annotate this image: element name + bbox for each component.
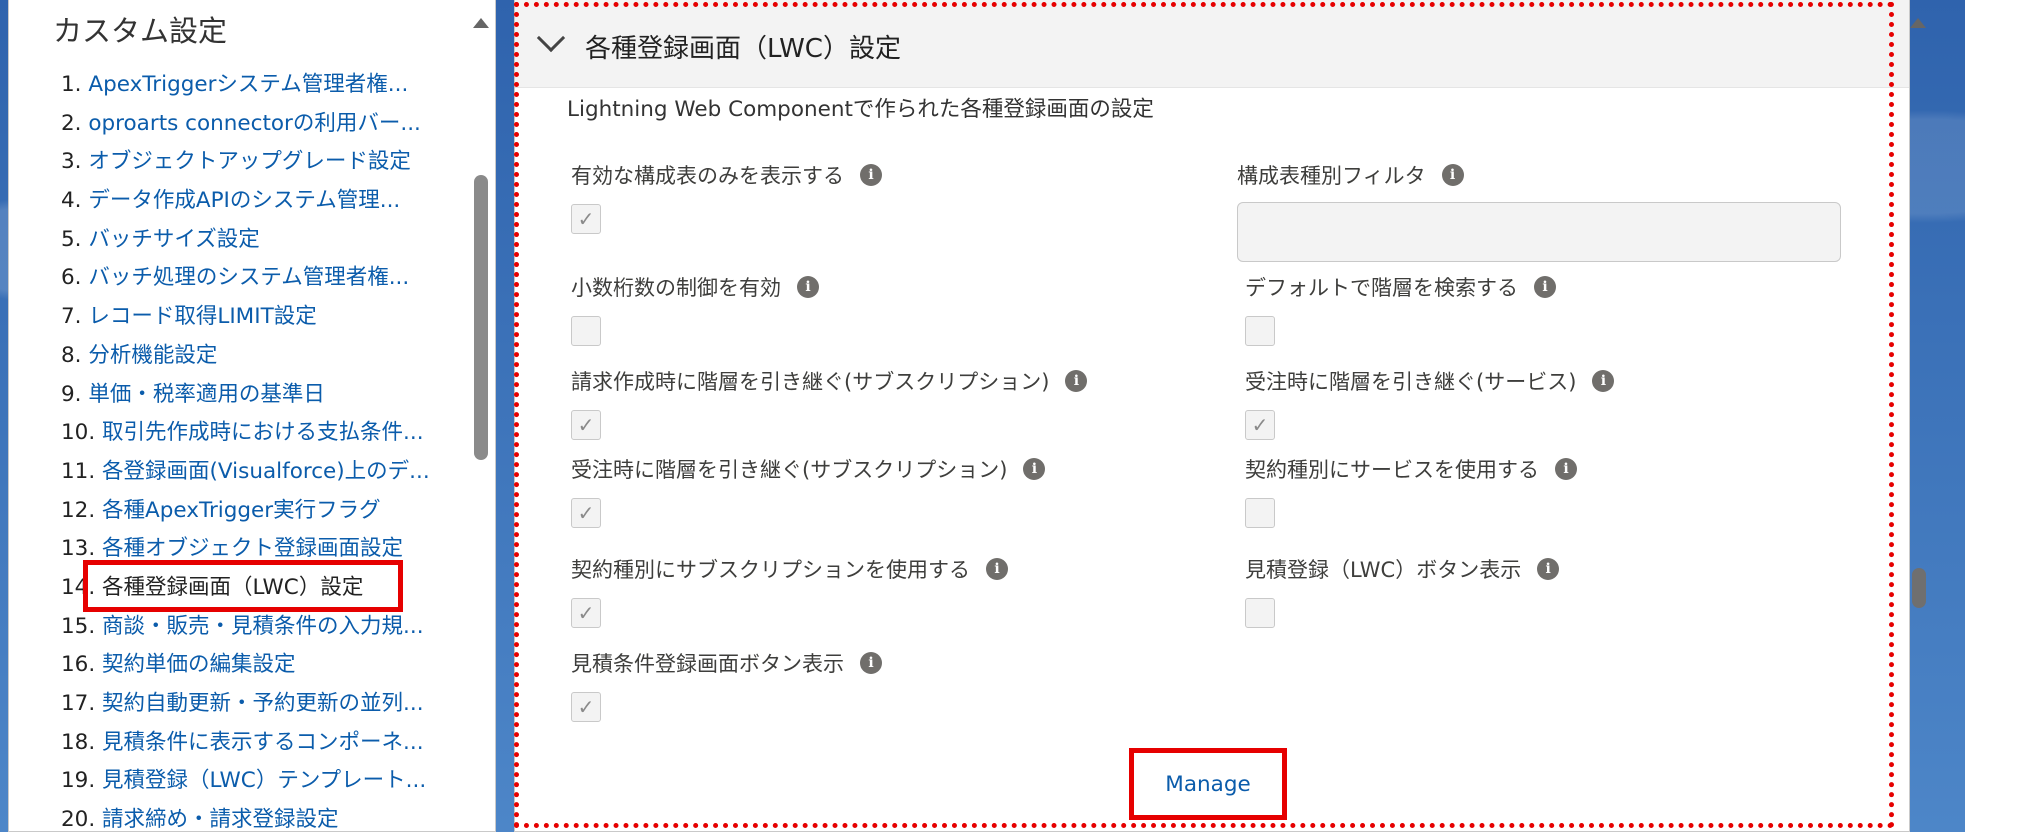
sidebar-item-6[interactable]: 6. バッチ処理のシステム管理者権... (9, 259, 469, 298)
sidebar-item-1[interactable]: 1. ApexTriggerシステム管理者権... (9, 66, 469, 105)
field-order-inherit-service: 受注時に階層を引き継ぐ(サービス) i ✓ (1245, 366, 1615, 440)
chevron-down-icon[interactable] (536, 23, 566, 53)
sidebar-list: 1. ApexTriggerシステム管理者権... 2. oproarts co… (9, 66, 469, 832)
field-decimal-control: 小数桁数の制御を有効 i (571, 272, 819, 346)
field-label: 請求作成時に階層を引き継ぐ(サブスクリプション) (571, 370, 1050, 394)
field-billing-inherit-subscription: 請求作成時に階層を引き継ぐ(サブスクリプション) i ✓ (571, 366, 1088, 440)
info-icon[interactable]: i (986, 558, 1008, 580)
field-quote-condition-button: 見積条件登録画面ボタン表示 i ✓ (571, 648, 882, 722)
field-label: 構成表種別フィルタ (1237, 164, 1426, 188)
sidebar-item-17[interactable]: 17. 契約自動更新・予約更新の並列... (9, 685, 469, 724)
field-label: 契約種別にサービスを使用する (1245, 458, 1539, 482)
field-quote-lwc-button: 見積登録（LWC）ボタン表示 i (1245, 554, 1560, 628)
main-scroll-thumb[interactable] (1912, 568, 1926, 608)
sidebar-item-4[interactable]: 4. データ作成APIのシステム管理... (9, 182, 469, 221)
manage-highlight-box: Manage (1129, 748, 1287, 820)
info-icon[interactable]: i (797, 276, 819, 298)
checkbox-decimal-control[interactable] (571, 316, 601, 346)
section-title: 各種登録画面（LWC）設定 (585, 34, 901, 64)
checkbox-billing-inherit-subscription[interactable]: ✓ (571, 410, 601, 440)
checkbox-valid-structure-only[interactable]: ✓ (571, 204, 601, 234)
field-valid-structure-only: 有効な構成表のみを表示する i ✓ (571, 160, 882, 234)
sidebar-item-12[interactable]: 12. 各種ApexTrigger実行フラグ (9, 492, 469, 531)
scroll-up-arrow-icon[interactable] (1910, 18, 1926, 28)
scroll-up-arrow-icon[interactable] (473, 18, 489, 28)
sidebar-item-11[interactable]: 11. 各登録画面(Visualforce)上のデ... (9, 453, 469, 492)
info-icon[interactable]: i (1441, 164, 1464, 186)
manage-link[interactable]: Manage (1134, 753, 1282, 815)
field-label: 契約種別にサブスクリプションを使用する (571, 558, 970, 582)
field-structure-type-filter: 構成表種別フィルタ i (1237, 160, 1841, 262)
sidebar-item-15[interactable]: 15. 商談・販売・見積条件の入力規... (9, 608, 469, 647)
info-icon[interactable]: i (860, 652, 882, 674)
info-icon[interactable]: i (860, 164, 882, 186)
sidebar-item-5[interactable]: 5. バッチサイズ設定 (9, 221, 469, 260)
checkbox-quote-condition-button[interactable]: ✓ (571, 692, 601, 722)
sidebar-item-9[interactable]: 9. 単価・税率適用の基準日 (9, 376, 469, 415)
field-contract-type-subscription: 契約種別にサブスクリプションを使用する i ✓ (571, 554, 1008, 628)
checkbox-order-inherit-subscription[interactable]: ✓ (571, 498, 601, 528)
sidebar-scroll-thumb[interactable] (474, 175, 488, 460)
section-header[interactable]: 各種登録画面（LWC）設定 (515, 0, 1909, 88)
info-icon[interactable]: i (1534, 276, 1556, 298)
info-icon[interactable]: i (1592, 370, 1615, 392)
section-description: Lightning Web Componentで作られた各種登録画面の設定 (567, 97, 1154, 122)
sidebar-item-20[interactable]: 20. 請求締め・請求登録設定 (9, 801, 469, 832)
field-default-hierarchy-search: デフォルトで階層を検索する i (1245, 272, 1556, 346)
field-label: 受注時に階層を引き継ぐ(サービス) (1245, 370, 1577, 394)
sidebar-item-16[interactable]: 16. 契約単価の編集設定 (9, 646, 469, 685)
field-label: デフォルトで階層を検索する (1245, 276, 1518, 300)
info-icon[interactable]: i (1065, 370, 1088, 392)
field-label: 見積登録（LWC）ボタン表示 (1245, 558, 1522, 582)
sidebar-highlight-box (83, 560, 403, 612)
field-contract-type-service: 契約種別にサービスを使用する i (1245, 454, 1577, 528)
field-label: 受注時に階層を引き継ぐ(サブスクリプション) (571, 458, 1008, 482)
checkbox-order-inherit-service[interactable]: ✓ (1245, 410, 1275, 440)
field-label: 小数桁数の制御を有効 (571, 276, 781, 300)
info-icon[interactable]: i (1555, 458, 1577, 480)
checkbox-quote-lwc-button[interactable] (1245, 598, 1275, 628)
sidebar-item-8[interactable]: 8. 分析機能設定 (9, 337, 469, 376)
sidebar-scrollbar[interactable] (467, 0, 493, 832)
sidebar-title: カスタム設定 (53, 14, 228, 48)
field-label: 有効な構成表のみを表示する (571, 164, 844, 188)
checkbox-default-hierarchy-search[interactable] (1245, 316, 1275, 346)
checkbox-contract-type-subscription[interactable]: ✓ (571, 598, 601, 628)
app-frame: カスタム設定 1. ApexTriggerシステム管理者権... 2. opro… (0, 0, 1965, 832)
field-order-inherit-subscription: 受注時に階層を引き継ぐ(サブスクリプション) i ✓ (571, 454, 1046, 528)
info-icon[interactable]: i (1537, 558, 1560, 580)
field-label: 見積条件登録画面ボタン表示 (571, 652, 844, 676)
custom-settings-sidebar: カスタム設定 1. ApexTriggerシステム管理者権... 2. opro… (8, 0, 496, 832)
sidebar-item-2[interactable]: 2. oproarts connectorの利用バー... (9, 105, 469, 144)
sidebar-item-7[interactable]: 7. レコード取得LIMIT設定 (9, 298, 469, 337)
main-scrollbar[interactable] (1906, 0, 1932, 832)
sidebar-item-3[interactable]: 3. オブジェクトアップグレード設定 (9, 143, 469, 182)
structure-type-filter-input[interactable] (1237, 202, 1841, 262)
checkbox-contract-type-service[interactable] (1245, 498, 1275, 528)
sidebar-item-10[interactable]: 10. 取引先作成時における支払条件... (9, 414, 469, 453)
sidebar-item-18[interactable]: 18. 見積条件に表示するコンポーネ... (9, 724, 469, 763)
info-icon[interactable]: i (1023, 458, 1046, 480)
settings-main-panel: 各種登録画面（LWC）設定 Lightning Web Componentで作ら… (514, 0, 1910, 832)
sidebar-item-19[interactable]: 19. 見積登録（LWC）テンプレート... (9, 762, 469, 801)
